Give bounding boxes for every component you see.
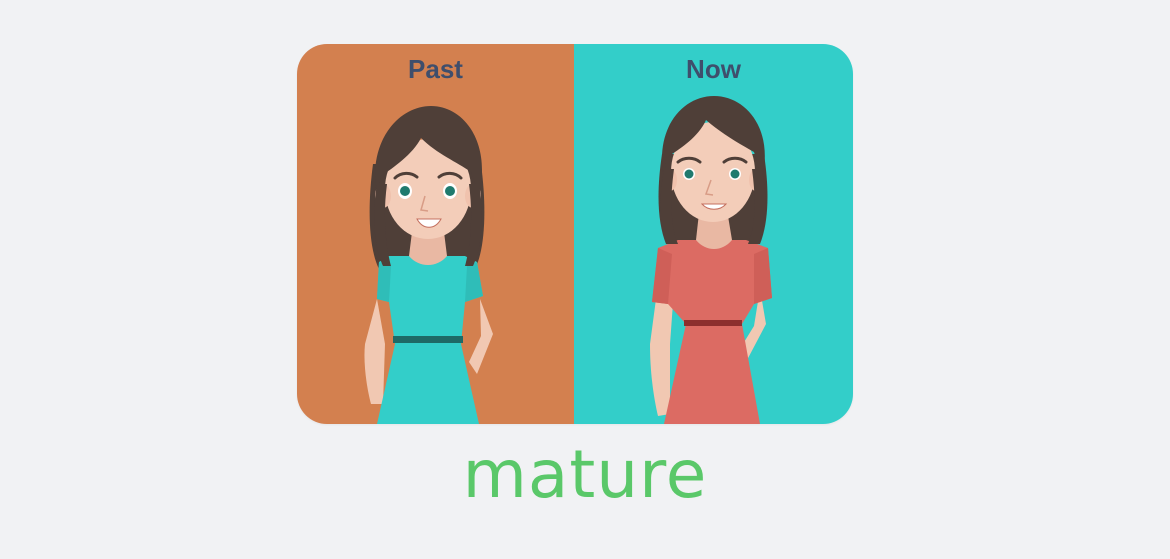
past-panel: Past xyxy=(297,44,574,424)
now-panel: Now xyxy=(574,44,853,424)
girl-illustration xyxy=(364,106,493,424)
comparison-card: Past Now xyxy=(297,44,853,424)
woman-illustration xyxy=(650,96,772,424)
vocabulary-word: mature xyxy=(462,436,708,513)
